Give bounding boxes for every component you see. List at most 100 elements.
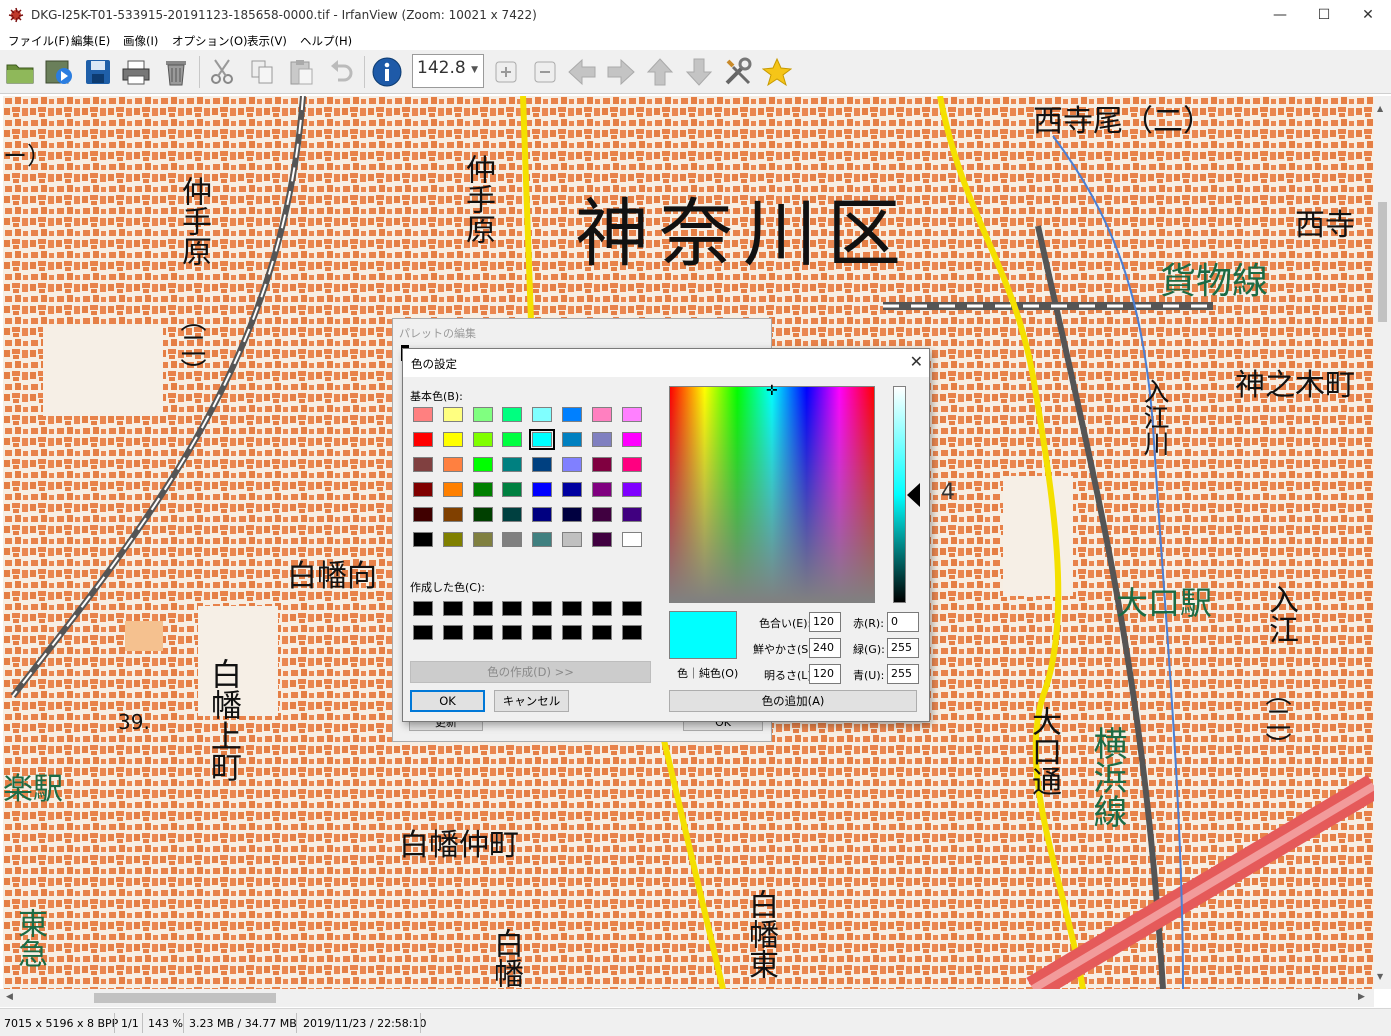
basic-color-swatch[interactable] (532, 482, 553, 497)
basic-color-swatch[interactable] (472, 407, 493, 422)
custom-color-swatch[interactable] (472, 601, 493, 616)
basic-color-swatch[interactable] (562, 457, 582, 472)
basic-color-swatch[interactable] (621, 407, 642, 422)
basic-color-swatch[interactable] (413, 457, 433, 472)
custom-color-swatch[interactable] (532, 625, 553, 640)
scroll-right-icon[interactable]: ▶ (1358, 992, 1365, 1002)
print-icon[interactable] (120, 56, 152, 88)
basic-color-swatch[interactable] (591, 532, 612, 547)
basic-color-swatch-selected[interactable] (529, 429, 556, 450)
custom-color-swatch[interactable] (591, 601, 612, 616)
menu-help[interactable]: ヘルプ(H) (300, 33, 352, 49)
zoom-combobox[interactable]: 142.8 ▼ (412, 54, 484, 88)
basic-color-swatch[interactable] (442, 532, 463, 547)
hue-input[interactable]: 120 (809, 612, 841, 632)
basic-color-swatch[interactable] (562, 507, 582, 522)
basic-color-swatch[interactable] (502, 457, 523, 472)
basic-color-swatch[interactable] (502, 407, 523, 422)
basic-color-swatch[interactable] (413, 407, 433, 422)
basic-color-swatch[interactable] (621, 432, 642, 447)
basic-color-swatch[interactable] (472, 482, 493, 497)
custom-color-swatch[interactable] (532, 601, 553, 616)
basic-color-swatch[interactable] (472, 457, 493, 472)
blue-input[interactable]: 255 (887, 664, 919, 684)
menu-edit[interactable]: 編集(E) (71, 33, 110, 49)
scroll-left-icon[interactable]: ◀ (6, 992, 13, 1002)
basic-color-swatch[interactable] (442, 507, 463, 522)
basic-color-swatch[interactable] (502, 507, 523, 522)
slideshow-icon[interactable] (43, 56, 75, 88)
basic-color-swatch[interactable] (621, 532, 642, 547)
minimize-button[interactable]: — (1257, 0, 1303, 30)
menu-options[interactable]: オプション(O) (172, 33, 248, 49)
basic-color-swatch[interactable] (413, 432, 433, 447)
next-arrow-icon[interactable] (605, 56, 637, 88)
up-arrow-icon[interactable] (644, 56, 676, 88)
zoom-out-icon[interactable] (529, 56, 561, 88)
custom-color-swatch[interactable] (562, 601, 582, 616)
basic-color-swatch[interactable] (502, 532, 523, 547)
chevron-down-icon[interactable]: ▼ (471, 65, 478, 75)
delete-icon[interactable] (160, 56, 192, 88)
custom-color-swatch[interactable] (621, 601, 642, 616)
menu-view[interactable]: 表示(V) (247, 33, 287, 49)
close-icon[interactable]: ✕ (910, 352, 923, 371)
maximize-button[interactable]: ☐ (1301, 0, 1347, 30)
color-spectrum[interactable]: ✛ (669, 383, 875, 603)
zoom-in-icon[interactable] (490, 56, 522, 88)
basic-color-swatch[interactable] (413, 507, 433, 522)
basic-color-swatch[interactable] (562, 432, 582, 447)
custom-color-swatch[interactable] (472, 625, 493, 640)
vertical-scrollbar[interactable]: ▲ ▼ (1374, 96, 1391, 989)
custom-color-swatch[interactable] (442, 601, 463, 616)
basic-color-swatch[interactable] (562, 407, 582, 422)
green-input[interactable]: 255 (887, 638, 919, 658)
basic-color-swatch[interactable] (591, 407, 612, 422)
menu-file[interactable]: ファイル(F) (8, 33, 70, 49)
basic-color-swatch[interactable] (621, 457, 642, 472)
luminosity-input[interactable]: 120 (809, 664, 841, 684)
info-icon[interactable] (371, 56, 403, 88)
basic-color-swatch[interactable] (562, 482, 582, 497)
basic-color-swatch[interactable] (442, 407, 463, 422)
prev-arrow-icon[interactable] (566, 56, 598, 88)
cut-icon[interactable] (206, 56, 238, 88)
luminosity-arrow-icon[interactable] (907, 483, 920, 507)
custom-color-swatch[interactable] (442, 625, 463, 640)
basic-color-swatch[interactable] (591, 482, 612, 497)
basic-color-swatch[interactable] (621, 507, 642, 522)
custom-color-swatch[interactable] (562, 625, 582, 640)
scroll-down-icon[interactable]: ▼ (1377, 972, 1383, 981)
basic-color-swatch[interactable] (591, 457, 612, 472)
add-to-custom-colors-button[interactable]: 色の追加(A) (669, 690, 917, 712)
custom-color-swatch[interactable] (413, 601, 433, 616)
basic-color-swatch[interactable] (532, 507, 553, 522)
custom-color-swatch[interactable] (502, 601, 523, 616)
cancel-button[interactable]: キャンセル (494, 690, 569, 712)
luminosity-slider[interactable] (893, 386, 906, 603)
basic-color-swatch[interactable] (472, 507, 493, 522)
horizontal-scroll-thumb[interactable] (94, 993, 276, 1003)
basic-color-swatch[interactable] (562, 532, 582, 547)
copy-icon[interactable] (246, 56, 278, 88)
basic-color-swatch[interactable] (532, 532, 553, 547)
down-arrow-icon[interactable] (683, 56, 715, 88)
custom-color-swatch[interactable] (621, 625, 642, 640)
basic-color-swatch[interactable] (502, 432, 523, 447)
red-input[interactable]: 0 (887, 612, 919, 632)
basic-color-swatch[interactable] (621, 482, 642, 497)
favorite-star-icon[interactable] (761, 56, 793, 88)
saturation-input[interactable]: 240 (809, 638, 841, 658)
basic-color-swatch[interactable] (532, 457, 553, 472)
custom-color-swatch[interactable] (591, 625, 612, 640)
basic-color-swatch[interactable] (442, 482, 463, 497)
close-window-button[interactable]: ✕ (1345, 0, 1391, 30)
horizontal-scrollbar[interactable]: ◀ ▶ (0, 989, 1374, 1007)
undo-icon[interactable] (325, 56, 357, 88)
custom-color-swatch[interactable] (502, 625, 523, 640)
scroll-up-icon[interactable]: ▲ (1377, 104, 1383, 113)
basic-color-swatch[interactable] (532, 407, 553, 422)
basic-color-swatch[interactable] (591, 507, 612, 522)
ok-button[interactable]: OK (410, 690, 485, 712)
paste-icon[interactable] (285, 56, 317, 88)
